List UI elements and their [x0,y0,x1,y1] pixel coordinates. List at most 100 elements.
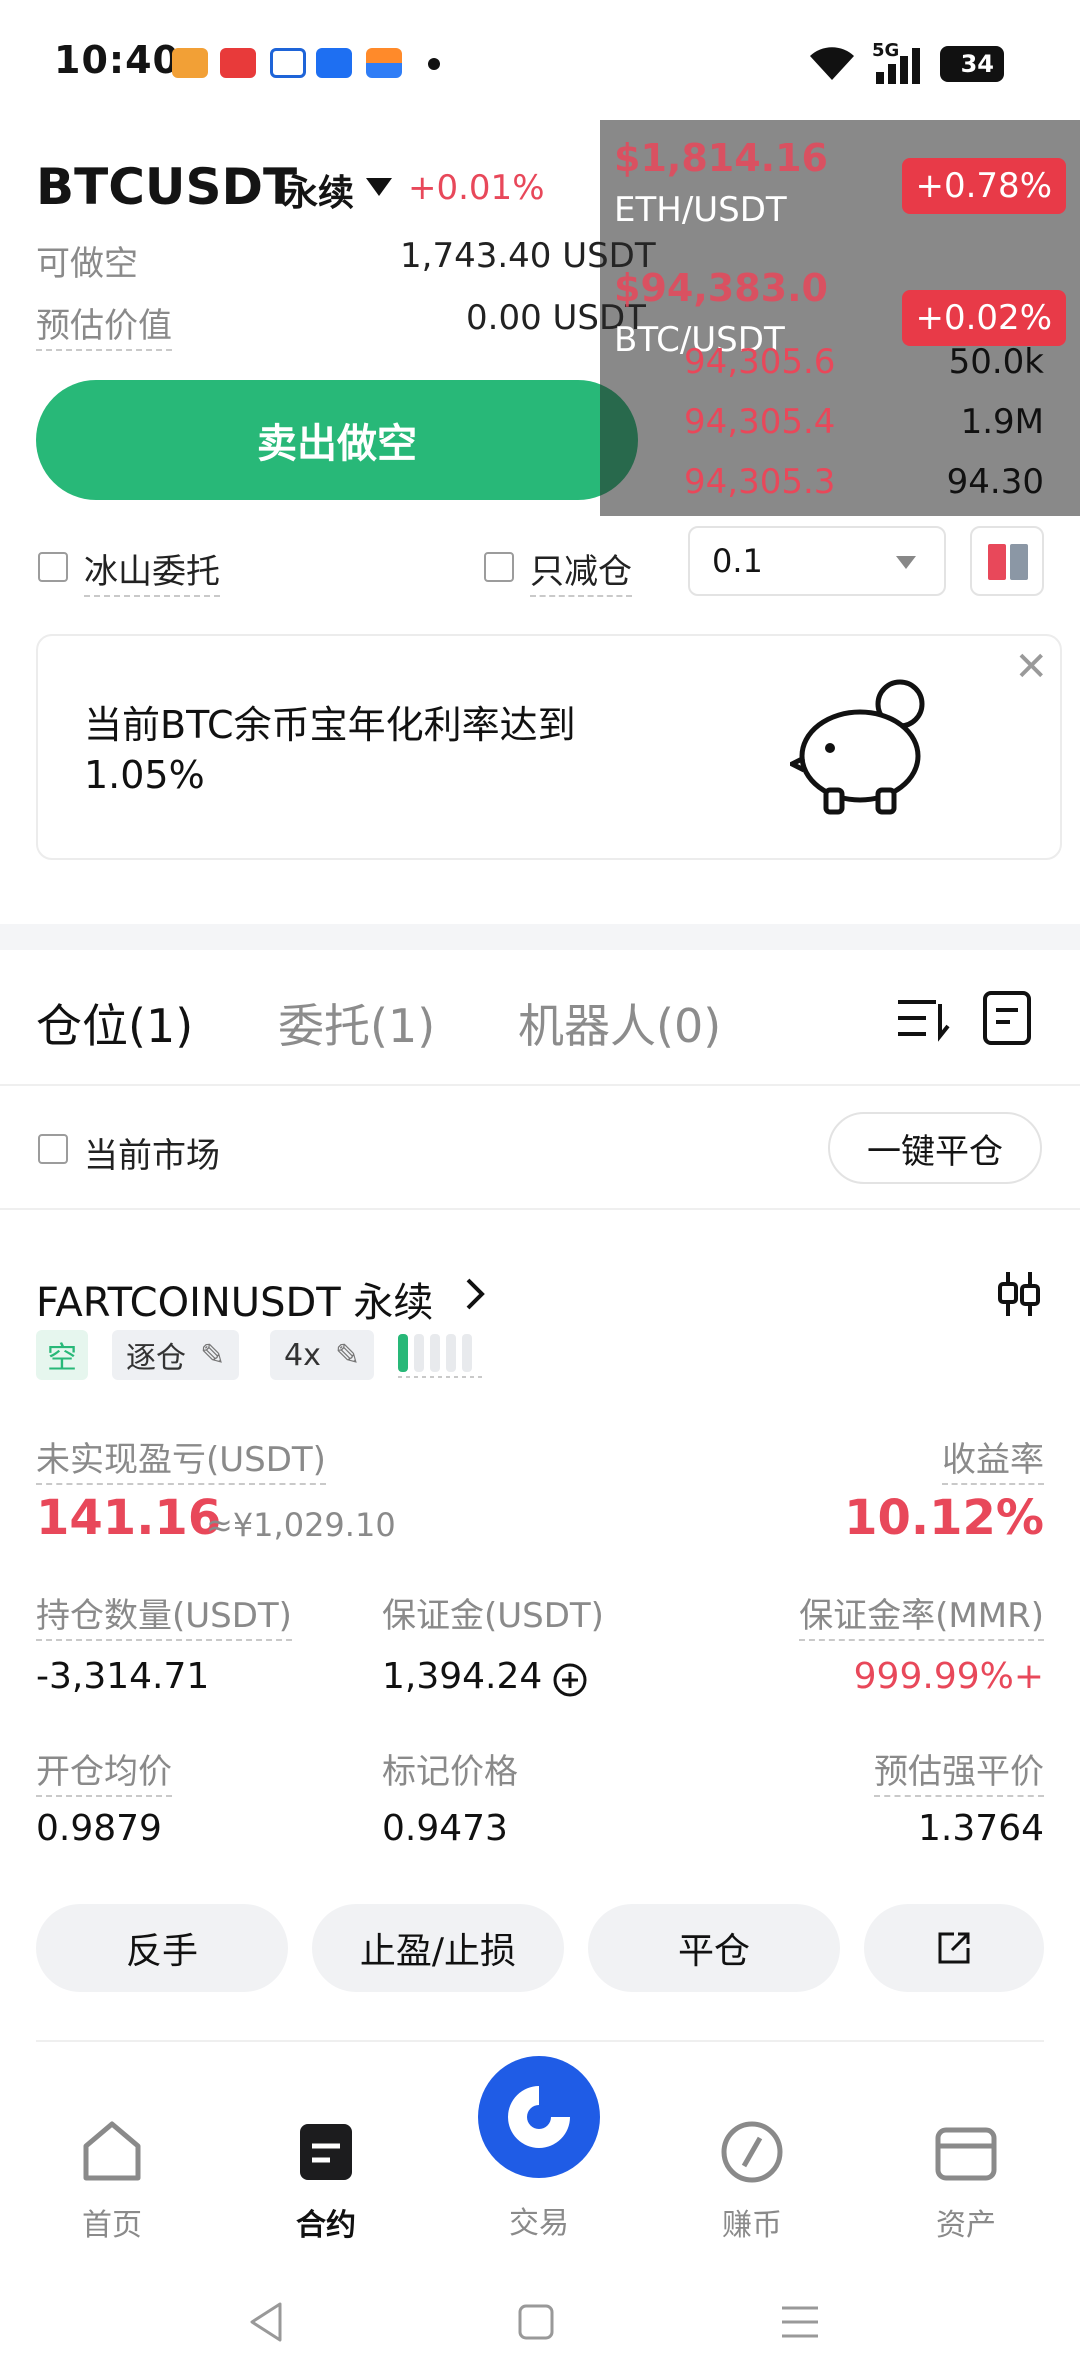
mark-price-label: 标记价格 [382,1752,518,1792]
unrealized-pnl-value: 141.16 [36,1490,222,1546]
add-margin-icon[interactable] [552,1662,588,1698]
nav-assets[interactable]: 资产 [896,2118,1036,2243]
wallet-icon [935,2127,997,2181]
battery-icon: 34 [940,46,1004,82]
leverage-tag[interactable]: 4x ✎ [270,1330,374,1380]
ai-app-icon [316,48,352,78]
share-button[interactable] [864,1904,1044,1992]
system-menu-icon[interactable] [780,2300,820,2344]
toutiao-icon [220,48,256,78]
tab-bots[interactable]: 机器人(0) [518,990,721,1056]
liq-price-value: 1.3764 [918,1808,1044,1849]
leverage-label: 4x [284,1337,321,1373]
margin-mode-tag[interactable]: 逐仓 ✎ [112,1330,240,1380]
orderbook-price: 94,305.3 [684,462,836,502]
close-all-button[interactable]: 一键平仓 [828,1112,1042,1184]
reduce-only-label[interactable]: 只减仓 [530,544,632,597]
signal-icon [876,48,920,84]
edit-icon: ✎ [200,1337,226,1373]
margin-mode-label: 逐仓 [126,1341,186,1376]
position-settings-icon[interactable] [996,1270,1042,1318]
wifi-icon [810,47,854,80]
entry-price-value: 0.9879 [36,1808,162,1849]
nav-label: 赚币 [722,2208,782,2243]
orderbook-price: 94,305.4 [684,402,836,442]
eth-symbol: ETH/USDT [614,190,787,230]
iceberg-checkbox[interactable] [38,552,68,582]
available-short-label: 可做空 [36,244,138,284]
position-size-value: -3,314.71 [36,1656,210,1697]
status-time: 10:40 [54,38,180,82]
pair-symbol[interactable]: BTCUSDT [36,158,297,216]
trade-button[interactable] [478,2056,600,2178]
promo-text: 当前BTC余币宝年化利率达到1.05% [84,703,576,797]
nav-contract[interactable]: 合约 [256,2118,396,2243]
current-market-label[interactable]: 当前市场 [84,1128,220,1177]
nav-home[interactable]: 首页 [42,2118,182,2243]
layout-bid-icon [988,544,1006,580]
nav-earn[interactable]: 赚币 [682,2118,822,2243]
est-value-label: 预估价值 [36,298,172,351]
nav-label: 资产 [936,2208,996,2243]
mmr-value: 999.99%+ [853,1656,1044,1697]
divider [0,1084,1080,1086]
orderbook-layout-button[interactable] [970,526,1044,596]
layout-ask-icon [1010,544,1028,580]
order-history-icon[interactable] [982,990,1032,1046]
btc-change-badge: +0.02% [901,290,1066,346]
reduce-only-checkbox[interactable] [484,552,514,582]
notification-dot [428,58,440,70]
nav-label: 合约 [296,2208,356,2243]
battery-level: 34 [960,50,994,78]
quantity-value: 0.1 [712,542,763,580]
pair-change: +0.01% [408,168,545,208]
iceberg-label[interactable]: 冰山委托 [84,544,220,597]
contract-icon [300,2124,352,2180]
chevron-right-icon[interactable] [464,1276,486,1312]
divider [36,2040,1044,2042]
close-position-button[interactable]: 平仓 [588,1904,840,1992]
mark-price-value: 0.9473 [382,1808,508,1849]
roi-label: 收益率 [942,1432,1044,1485]
divider [0,1208,1080,1210]
tp-sl-button[interactable]: 止盈/止损 [312,1904,564,1992]
contract-type[interactable]: 永续 [282,164,354,216]
tab-positions[interactable]: 仓位(1) [36,990,193,1056]
tab-orders[interactable]: 委托(1) [278,990,435,1056]
unrealized-pnl-label: 未实现盈亏(USDT) [36,1432,326,1485]
home-icon [83,2121,141,2181]
system-home-icon[interactable] [516,2300,556,2344]
pair-dropdown-icon[interactable] [366,178,392,196]
sort-icon[interactable] [896,994,950,1044]
app-swirl-icon [270,48,306,78]
orderbook-qty: 1.9M [960,402,1044,442]
promo-banner[interactable]: 当前BTC余币宝年化利率达到1.05% ✕ [36,634,1062,860]
close-icon[interactable]: ✕ [1014,644,1048,690]
roi-value: 10.12% [844,1490,1044,1546]
short-tag: 空 [36,1330,88,1380]
section-divider [0,924,1080,950]
entry-price-label: 开仓均价 [36,1744,172,1797]
floating-ticker-overlay[interactable]: $1,814.16 ETH/USDT +0.78% $94,383.0 BTC/… [600,120,1080,516]
chevron-down-icon [896,556,916,569]
quantity-select[interactable]: 0.1 [688,526,946,596]
unrealized-pnl-cny: ≈¥1,029.10 [206,1506,396,1544]
bottom-nav: 首页 合约 交易 赚币 资产 [0,2056,1080,2376]
piggy-bank-icon [790,679,925,815]
system-back-icon[interactable] [246,2300,286,2344]
app-58-icon [172,48,208,78]
mmr-label: 保证金率(MMR) [799,1588,1044,1641]
eth-price: $1,814.16 [614,136,828,180]
current-market-checkbox[interactable] [38,1134,68,1164]
sell-short-button[interactable]: 卖出做空 [36,380,638,500]
nav-label: 首页 [82,2208,142,2243]
liq-price-label: 预估强平价 [874,1744,1044,1797]
edit-icon: ✎ [334,1337,360,1373]
margin-label: 保证金(USDT) [382,1596,604,1636]
reverse-button[interactable]: 反手 [36,1904,288,1992]
adl-indicator-icon [398,1334,482,1378]
eth-change-badge: +0.78% [901,158,1066,214]
margin-value: 1,394.24 [382,1656,543,1697]
position-symbol[interactable]: FARTCOINUSDT 永续 [36,1270,433,1328]
trade-icon [508,2086,570,2148]
